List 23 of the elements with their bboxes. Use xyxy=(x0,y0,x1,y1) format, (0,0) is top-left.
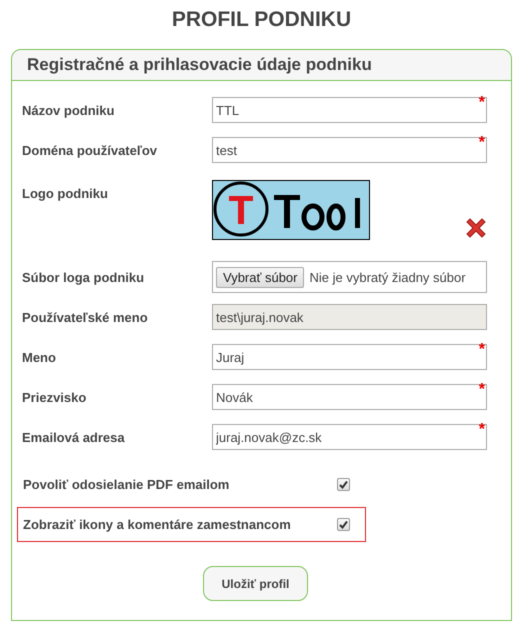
field-label: Názov podniku xyxy=(22,102,116,118)
required-mark: * xyxy=(478,341,485,359)
checkbox[interactable] xyxy=(337,478,350,490)
panel-title: Registračné a prihlasovacie údaje podniku xyxy=(27,55,372,75)
field-label: Emailová adresa xyxy=(22,429,126,445)
required-mark: * xyxy=(478,381,485,399)
required-mark: * xyxy=(478,94,485,112)
checkbox-label: Zobraziť ikony a komentáre zamestnancom xyxy=(23,516,292,532)
field-label: Používateľské meno xyxy=(22,309,149,325)
field-label: Priezvisko xyxy=(22,389,88,405)
field-label: Súbor loga podniku xyxy=(22,269,146,285)
required-mark: * xyxy=(478,134,485,152)
checkbox-label: Povoliť odosielanie PDF emailom xyxy=(23,476,230,492)
required-mark: * xyxy=(478,421,485,439)
page-title: PROFIL PODNIKU xyxy=(172,8,352,32)
file-status: Nie je vybratý žiadny súbor xyxy=(309,270,466,284)
field-label: Meno xyxy=(22,349,57,365)
choose-file-button[interactable]: Vybrať súbor xyxy=(216,266,304,288)
save-button[interactable]: Uložiť profil xyxy=(203,566,308,601)
checkbox[interactable] xyxy=(337,518,350,530)
field-label: Logo podniku xyxy=(22,185,109,201)
file-field[interactable]: Vybrať súbor Nie je vybratý žiadny súbor xyxy=(212,261,487,293)
field-label: Doména používateľov xyxy=(22,142,158,158)
